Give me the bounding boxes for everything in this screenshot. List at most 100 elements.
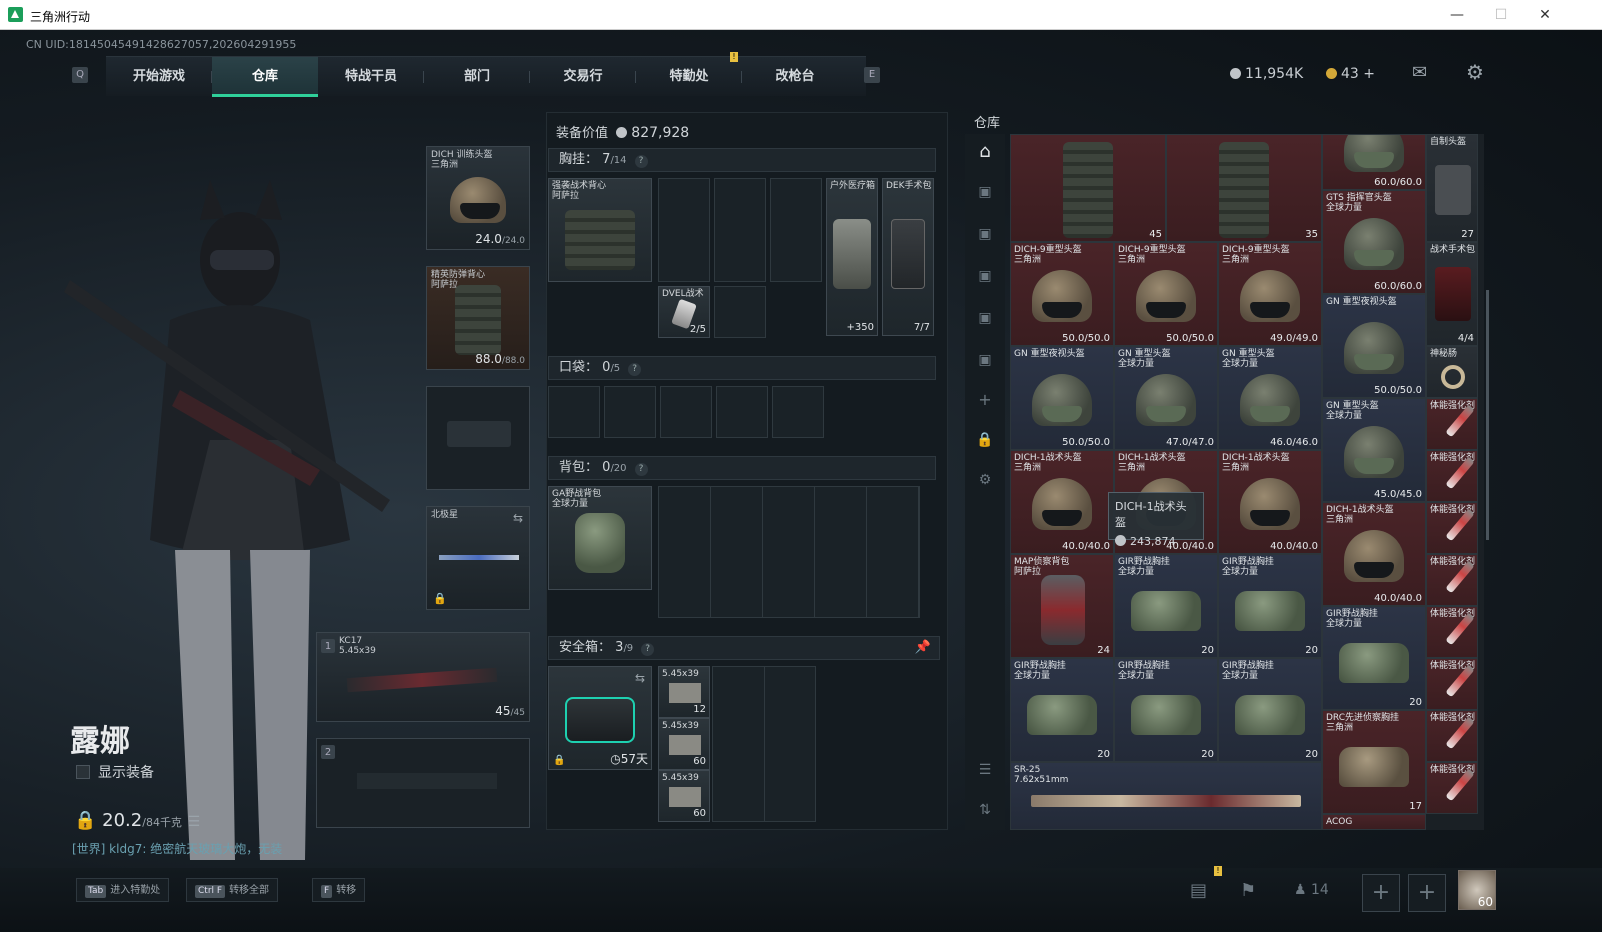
- maximize-button[interactable]: ☐: [1486, 4, 1516, 26]
- warehouse-item[interactable]: DICH-9重型头盔 三角洲 50.0/50.0: [1114, 242, 1218, 346]
- warehouse-item[interactable]: 45: [1010, 134, 1166, 242]
- mail-icon[interactable]: ✉: [1412, 62, 1427, 83]
- settings-gear-icon[interactable]: ⚙: [973, 468, 997, 492]
- stats-chart-icon[interactable]: ▤: [1190, 880, 1207, 901]
- safe-box-grid[interactable]: [712, 666, 816, 822]
- pocket-slot[interactable]: [548, 386, 600, 438]
- warehouse-item[interactable]: 35: [1166, 134, 1322, 242]
- warehouse-item[interactable]: DICH-1战术头盔 三角洲 40.0/40.0: [1322, 502, 1426, 606]
- ticket-balance[interactable]: 43 +: [1326, 66, 1375, 82]
- nav-prev-key[interactable]: Q: [72, 67, 88, 83]
- swap-icon[interactable]: ⇆: [635, 671, 645, 685]
- close-button[interactable]: ✕: [1530, 4, 1560, 26]
- ammo-item[interactable]: 5.45x39 12: [658, 666, 710, 718]
- help-icon[interactable]: ?: [634, 155, 648, 168]
- warehouse-item[interactable]: DRC先进侦察胸挂 三角洲 17: [1322, 710, 1426, 814]
- squad-count[interactable]: ♟ 14: [1294, 882, 1329, 898]
- invite-slot-button[interactable]: +: [1408, 874, 1446, 912]
- chest-rig-item[interactable]: 强袭战术背心 阿萨拉: [548, 178, 652, 282]
- add-ticket-icon[interactable]: +: [1363, 66, 1375, 82]
- warehouse-item[interactable]: SR-25 7.62x51mm: [1010, 762, 1322, 830]
- helmet-slot[interactable]: DICH 训练头盔 三角洲 24.0/24.0: [426, 146, 530, 250]
- tab-operators[interactable]: 特战干员: [318, 57, 424, 97]
- tab-gunsmith[interactable]: 改枪台: [742, 57, 848, 97]
- warehouse-item[interactable]: 体能强化剂: [1426, 762, 1478, 814]
- ammo-item[interactable]: 5.45x39 60: [658, 770, 710, 822]
- warehouse-item[interactable]: 体能强化剂: [1426, 606, 1478, 658]
- ammo-item[interactable]: 5.45x39 60: [658, 718, 710, 770]
- warehouse-item[interactable]: 体能强化剂: [1426, 398, 1478, 450]
- warehouse-item[interactable]: GN 重型头盔 全球力量 45.0/45.0: [1322, 398, 1426, 502]
- layers-icon[interactable]: ☰: [973, 758, 997, 782]
- lock-icon[interactable]: 🔒: [973, 428, 997, 452]
- warehouse-item[interactable]: DICH-9重型头盔 三角洲 50.0/50.0: [1010, 242, 1114, 346]
- warehouse-item[interactable]: 体能强化剂: [1426, 502, 1478, 554]
- storage-tab-icon[interactable]: ▣: [973, 180, 997, 204]
- pin-icon[interactable]: 📌: [915, 637, 931, 659]
- player-avatar[interactable]: 60: [1458, 870, 1496, 910]
- world-chat-line[interactable]: [世界] kldg7: 绝密航天玻璃大炮，无装: [72, 840, 282, 857]
- warehouse-item[interactable]: 体能强化剂: [1426, 658, 1478, 710]
- warehouse-item[interactable]: GIR野战胸挂 全球力量 20: [1322, 606, 1426, 710]
- minimize-button[interactable]: —: [1442, 4, 1472, 26]
- battery-item[interactable]: DVEL战术 2/5: [658, 286, 710, 338]
- storage-tab-icon[interactable]: ▣: [973, 264, 997, 288]
- warehouse-item[interactable]: DICH-1战术头盔 三角洲 40.0/40.0: [1218, 450, 1322, 554]
- medkit-item[interactable]: 户外医疗箱 +350: [826, 178, 878, 336]
- pocket-slot[interactable]: [604, 386, 656, 438]
- warehouse-item[interactable]: GN 重型头盔 全球力量 47.0/47.0: [1114, 346, 1218, 450]
- warehouse-item[interactable]: 战术手术包 4/4: [1426, 242, 1478, 346]
- help-icon[interactable]: ?: [641, 643, 655, 656]
- warehouse-item[interactable]: GIR野战胸挂 全球力量 20: [1114, 554, 1218, 658]
- warehouse-item[interactable]: GTS 指挥官头盔 全球力量 60.0/60.0: [1322, 190, 1426, 294]
- pocket-slot[interactable]: [660, 386, 712, 438]
- tab-market[interactable]: 交易行: [530, 57, 636, 97]
- sort-icon[interactable]: ⇅: [973, 798, 997, 822]
- transfer-all-button[interactable]: Ctrl F 转移全部: [186, 878, 279, 902]
- warehouse-item[interactable]: 60.0/60.0: [1322, 134, 1426, 190]
- warehouse-item[interactable]: DICH-1战术头盔 三角洲 40.0/40.0: [1010, 450, 1114, 554]
- warehouse-item[interactable]: 体能强化剂: [1426, 710, 1478, 762]
- warehouse-item[interactable]: MAP侦察背包 阿萨拉 24: [1010, 554, 1114, 658]
- storage-tab-icon[interactable]: ▣: [973, 306, 997, 330]
- chest-slot[interactable]: [714, 178, 766, 282]
- tab-special-ops[interactable]: 特勤处: [636, 57, 742, 97]
- list-icon[interactable]: ☰: [188, 814, 201, 830]
- warehouse-item[interactable]: GIR野战胸挂 全球力量 20: [1218, 554, 1322, 658]
- warehouse-item[interactable]: GN 重型夜视头盔 50.0/50.0: [1010, 346, 1114, 450]
- warehouse-item[interactable]: GIR野战胸挂 全球力量 20: [1218, 658, 1322, 762]
- help-icon[interactable]: ?: [634, 463, 648, 476]
- warehouse-home-icon[interactable]: ⌂: [973, 140, 997, 164]
- pocket-slot[interactable]: [772, 386, 824, 438]
- warehouse-item[interactable]: ACOG: [1322, 814, 1426, 830]
- storage-tab-icon[interactable]: ▣: [973, 222, 997, 246]
- add-storage-icon[interactable]: +: [973, 388, 997, 412]
- warehouse-item[interactable]: DICH-9重型头盔 三角洲 49.0/49.0: [1218, 242, 1322, 346]
- warehouse-item[interactable]: GN 重型夜视头盔 50.0/50.0: [1322, 294, 1426, 398]
- storage-tab-icon[interactable]: ▣: [973, 348, 997, 372]
- armor-slot[interactable]: 精英防弹背心 阿萨拉 88.0/88.0: [426, 266, 530, 370]
- backpack-grid[interactable]: [658, 486, 920, 618]
- warehouse-item[interactable]: GIR野战胸挂 全球力量 20: [1010, 658, 1114, 762]
- flag-icon[interactable]: ⚑: [1240, 880, 1256, 901]
- warehouse-item[interactable]: GIR野战胸挂 全球力量 20: [1114, 658, 1218, 762]
- warehouse-item[interactable]: 神秘肠: [1426, 346, 1478, 398]
- chest-slot[interactable]: [658, 178, 710, 282]
- warehouse-item[interactable]: 体能强化剂: [1426, 554, 1478, 606]
- transfer-button[interactable]: F 转移: [312, 878, 366, 902]
- coin-balance[interactable]: 11,954K: [1230, 66, 1303, 82]
- backpack-item[interactable]: GA野战背包 全球力量: [548, 486, 652, 590]
- warehouse-item[interactable]: 自制头盔 27: [1426, 134, 1478, 242]
- chest-slot[interactable]: [770, 178, 822, 282]
- help-icon[interactable]: ?: [628, 363, 642, 376]
- surgery-kit-item[interactable]: DEK手术包 7/7: [882, 178, 934, 336]
- warehouse-item[interactable]: 体能强化剂: [1426, 450, 1478, 502]
- warehouse-item[interactable]: GN 重型头盔 全球力量 46.0/46.0: [1218, 346, 1322, 450]
- tab-department[interactable]: 部门: [424, 57, 530, 97]
- show-equip-toggle[interactable]: 显示装备: [76, 762, 154, 782]
- tab-warehouse[interactable]: 仓库: [212, 57, 318, 97]
- pistol-slot[interactable]: [426, 386, 530, 490]
- chest-slot[interactable]: [714, 286, 766, 338]
- invite-slot-button[interactable]: +: [1362, 874, 1400, 912]
- secondary-weapon-slot[interactable]: 2: [316, 738, 530, 828]
